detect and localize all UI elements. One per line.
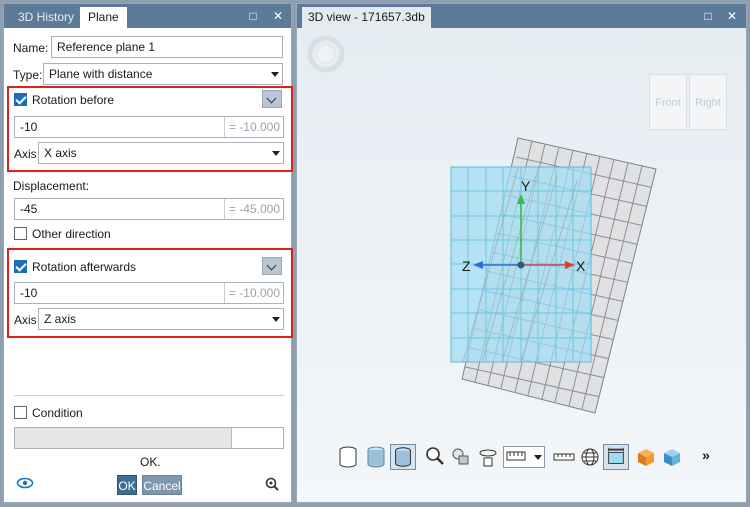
close-icon[interactable]: ✕ xyxy=(271,9,285,23)
shaded-edges-cylinder-icon[interactable] xyxy=(390,444,416,470)
rotation-after-input[interactable]: -10 = -10.000 xyxy=(14,282,284,304)
zoom-icon[interactable] xyxy=(264,476,280,492)
displacement-computed: = -45.000 xyxy=(223,199,283,219)
rotation-before-axis-value: X axis xyxy=(44,146,77,160)
chevron-down-icon[interactable] xyxy=(266,64,282,84)
chevron-down-icon[interactable] xyxy=(267,143,283,163)
tab-3d-view[interactable]: 3D view - 171657.3db xyxy=(302,7,431,28)
rotate-view-icon[interactable] xyxy=(475,444,501,470)
toolbar-more-button[interactable]: » xyxy=(693,444,719,470)
zoom-window-icon[interactable] xyxy=(448,444,474,470)
plane-panel: 3D History Plane □ ✕ Name: Reference pla… xyxy=(3,3,293,503)
zoom-extents-icon[interactable] xyxy=(422,444,448,470)
condition-checkbox[interactable] xyxy=(14,406,27,419)
orange-cube-icon[interactable] xyxy=(633,444,659,470)
tab-plane[interactable]: Plane xyxy=(80,7,127,28)
close-icon[interactable]: ✕ xyxy=(725,9,739,23)
ok-button[interactable]: OK xyxy=(117,475,137,495)
blue-cube-icon[interactable] xyxy=(659,444,685,470)
displacement-input[interactable]: -45 = -45.000 xyxy=(14,198,284,220)
maximize-icon[interactable]: □ xyxy=(246,9,260,23)
rotation-before-label: Rotation before xyxy=(32,93,115,107)
rotation-after-axis-label: Axis xyxy=(14,313,37,327)
name-value: Reference plane 1 xyxy=(57,40,156,54)
origin-point xyxy=(517,261,525,269)
mesh-sphere-icon[interactable] xyxy=(577,444,603,470)
wireframe-cylinder-icon[interactable] xyxy=(335,444,361,470)
cancel-button[interactable]: Cancel xyxy=(142,475,182,495)
condition-label: Condition xyxy=(32,406,83,420)
condition-progress xyxy=(14,427,284,449)
rotation-before-checkbox[interactable] xyxy=(14,93,27,106)
view-tabbar: 3D view - 171657.3db □ ✕ xyxy=(297,4,746,28)
other-direction-checkbox[interactable] xyxy=(14,227,27,240)
rotation-after-checkbox[interactable] xyxy=(14,260,27,273)
rotation-after-computed: = -10.000 xyxy=(223,283,283,303)
panel-tabbar: 3D History Plane □ ✕ xyxy=(4,4,291,28)
rotation-after-label: Rotation afterwards xyxy=(32,260,137,274)
ruler-icon[interactable] xyxy=(551,444,577,470)
rotation-before-computed: = -10.000 xyxy=(223,117,283,137)
measure-dropdown[interactable] xyxy=(503,446,545,468)
rotation-after-axis-value: Z axis xyxy=(44,312,77,326)
scene-canvas xyxy=(450,137,657,414)
chevron-down-icon[interactable] xyxy=(267,309,283,329)
type-label: Type: xyxy=(13,68,43,82)
chevron-down-icon[interactable] xyxy=(262,257,282,275)
status-text: OK. xyxy=(140,455,161,469)
eye-icon[interactable] xyxy=(16,477,34,489)
tab-3d-history[interactable]: 3D History xyxy=(10,7,82,28)
axis-label-x: X xyxy=(576,258,586,274)
rotation-before-input[interactable]: -10 = -10.000 xyxy=(14,116,284,138)
chevron-down-icon[interactable] xyxy=(262,90,282,108)
rotation-before-axis-select[interactable]: X axis xyxy=(38,142,284,164)
rotation-after-axis-select[interactable]: Z axis xyxy=(38,308,284,330)
name-label: Name: xyxy=(13,41,49,55)
section-plane-icon[interactable] xyxy=(603,444,629,470)
rotation-before-value: -10 xyxy=(20,120,38,134)
3d-view-window: 3D view - 171657.3db □ ✕ Front Right X Y… xyxy=(296,3,747,503)
type-select[interactable]: Plane with distance xyxy=(43,63,283,85)
type-value: Plane with distance xyxy=(49,67,153,81)
rotation-before-axis-label: Axis xyxy=(14,147,37,161)
axis-label-y: Y xyxy=(521,178,531,194)
divider xyxy=(14,395,284,396)
shaded-cylinder-icon[interactable] xyxy=(363,444,389,470)
axis-label-z: Z xyxy=(462,258,471,274)
progress-fill xyxy=(15,428,233,448)
other-direction-label: Other direction xyxy=(32,227,111,241)
displacement-label: Displacement: xyxy=(13,179,90,193)
rotation-after-value: -10 xyxy=(20,286,38,300)
name-input[interactable]: Reference plane 1 xyxy=(51,36,283,58)
3d-viewport[interactable]: Front Right X Y Z » xyxy=(297,28,746,502)
maximize-icon[interactable]: □ xyxy=(701,9,715,23)
displacement-value: -45 xyxy=(20,202,38,216)
